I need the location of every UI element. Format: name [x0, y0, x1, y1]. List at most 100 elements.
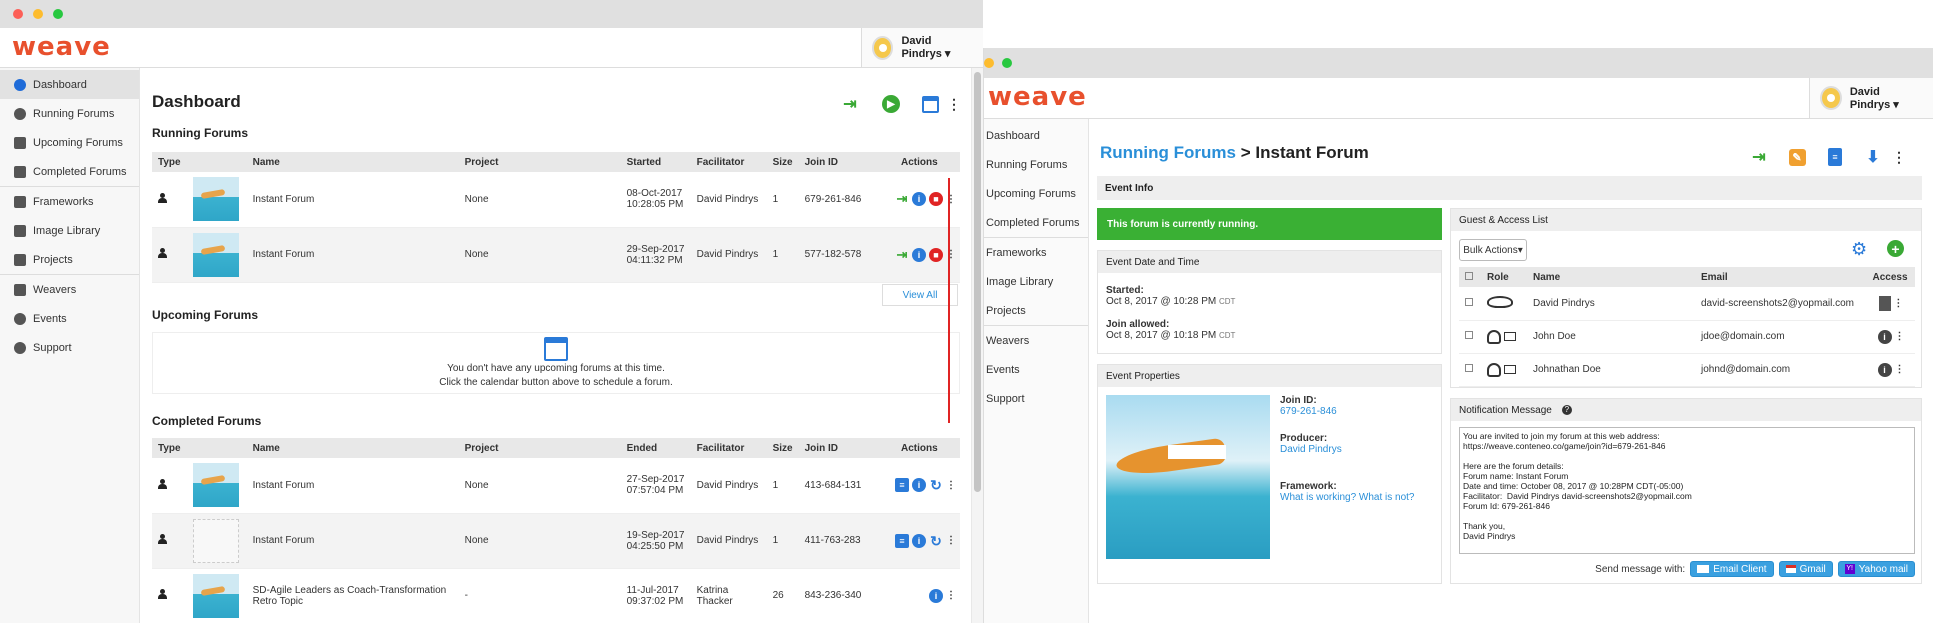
row-menu-icon[interactable]: ⋮: [946, 590, 956, 601]
report-icon[interactable]: ≡: [1825, 147, 1845, 167]
table-header: Type Name Project Started Facilitator Si…: [152, 152, 960, 172]
participant-role-icon: [1487, 362, 1501, 377]
zoom-dot[interactable]: [1002, 58, 1012, 68]
window-titlebar: [0, 0, 983, 28]
close-dot[interactable]: [13, 9, 23, 19]
sidebar-item-upcoming-forums[interactable]: Upcoming Forums: [0, 128, 139, 157]
info-icon[interactable]: i: [912, 478, 926, 493]
sidebar-item-frameworks[interactable]: Frameworks: [0, 187, 139, 216]
restart-icon[interactable]: ↻: [929, 478, 943, 492]
table-row[interactable]: Instant Forum None 29-Sep-2017 04:11:32 P…: [152, 227, 960, 283]
join-id-link[interactable]: 679-261-846: [1280, 406, 1415, 417]
more-menu-icon[interactable]: ⋮: [944, 94, 964, 114]
table-row[interactable]: John Doe jdoe@domain.com i ⋮: [1459, 320, 1915, 354]
sidebar-item-support[interactable]: Support: [0, 333, 139, 362]
info-icon[interactable]: i: [912, 533, 926, 548]
yahoo-icon: Y!: [1844, 564, 1855, 574]
row-menu-icon[interactable]: ⋮: [1895, 331, 1905, 342]
sidebar-item-image-library[interactable]: Image Library: [0, 216, 139, 245]
sidebar-item-dashboard[interactable]: Dashboard: [0, 70, 139, 99]
table-row[interactable]: Instant Forum None 08-Oct-2017 10:28:05 P…: [152, 172, 960, 228]
join-forum-icon[interactable]: ⇥: [1749, 147, 1769, 167]
user-menu[interactable]: David Pindrys ▾: [1809, 78, 1933, 118]
calendar-icon[interactable]: [544, 337, 568, 361]
minimize-dot[interactable]: [33, 9, 43, 19]
scrollbar-thumb[interactable]: [974, 72, 981, 492]
sidebar-item-upcoming-forums[interactable]: Upcoming Forums: [984, 179, 1088, 208]
table-row[interactable]: SD-Agile Leaders as Coach-Transformation…: [152, 568, 960, 623]
zoom-dot[interactable]: [53, 9, 63, 19]
info-icon[interactable]: i: [929, 588, 943, 603]
breadcrumb-running-forums[interactable]: Running Forums: [1100, 143, 1236, 162]
user-menu[interactable]: David Pindrys ▾: [861, 28, 983, 67]
table-row[interactable]: David Pindrys david-screenshots2@yopmail…: [1459, 287, 1915, 321]
person-icon: [158, 589, 167, 599]
info-icon[interactable]: i: [1877, 362, 1892, 377]
info-icon[interactable]: i: [912, 247, 926, 262]
bulk-actions-dropdown[interactable]: Bulk Actions▾: [1459, 239, 1527, 261]
mail-icon: [1697, 565, 1710, 573]
sidebar-item-completed-forums[interactable]: Completed Forums: [984, 208, 1088, 237]
producer-link[interactable]: David Pindrys: [1280, 444, 1415, 455]
sidebar-item-frameworks[interactable]: Frameworks: [984, 238, 1088, 267]
sidebar-item-events[interactable]: Events: [0, 304, 139, 333]
framework-link[interactable]: What is working? What is not?: [1280, 492, 1415, 503]
sidebar-item-weavers[interactable]: Weavers: [0, 275, 139, 304]
weave-logo[interactable]: weave: [988, 82, 1087, 112]
row-menu-icon[interactable]: ⋮: [946, 535, 956, 546]
minimize-dot[interactable]: [984, 58, 994, 68]
select-all-checkbox[interactable]: [1465, 271, 1473, 280]
schedule-calendar-icon[interactable]: [920, 94, 940, 114]
sidebar-item-running-forums[interactable]: Running Forums: [0, 99, 139, 128]
table-row[interactable]: Instant Forum None 27-Sep-2017 07:57:04 P…: [152, 458, 960, 514]
row-menu-icon[interactable]: ⋮: [946, 480, 956, 491]
edit-icon[interactable]: ✎: [1787, 147, 1807, 167]
sidebar-item-events[interactable]: Events: [984, 355, 1088, 384]
notification-message-field[interactable]: You are invited to join my forum at this…: [1459, 427, 1915, 554]
weave-logo[interactable]: weave: [12, 32, 111, 62]
table-row[interactable]: Instant Forum None 19-Sep-2017 04:25:50 P…: [152, 513, 960, 569]
sidebar-item-projects[interactable]: Projects: [0, 245, 139, 274]
running-forums-table: Type Name Project Started Facilitator Si…: [152, 152, 960, 283]
join-icon[interactable]: ⇥: [895, 247, 909, 262]
join-forum-icon[interactable]: ⇥: [840, 94, 860, 114]
sidebar-item-image-library[interactable]: Image Library: [984, 267, 1088, 296]
sidebar-item-support[interactable]: Support: [984, 384, 1088, 413]
completed-forums-title: Completed Forums: [152, 414, 262, 428]
yahoo-mail-button[interactable]: Y! Yahoo mail: [1837, 561, 1915, 577]
report-icon[interactable]: ≡: [895, 533, 909, 548]
stop-icon[interactable]: ■: [929, 192, 943, 207]
row-checkbox[interactable]: [1465, 297, 1473, 306]
person-icon: [158, 192, 167, 203]
document-icon[interactable]: [1878, 295, 1891, 311]
join-icon[interactable]: ⇥: [895, 192, 909, 206]
sidebar-item-dashboard[interactable]: Dashboard: [984, 121, 1088, 150]
row-menu-icon[interactable]: ⋮: [1895, 364, 1905, 375]
red-divider: [948, 178, 950, 423]
gmail-button[interactable]: Gmail: [1778, 561, 1833, 577]
sidebar-item-weavers[interactable]: Weavers: [984, 326, 1088, 355]
settings-gear-icon[interactable]: ⚙: [1851, 239, 1867, 260]
scrollbar-track[interactable]: [971, 68, 983, 623]
row-menu-icon[interactable]: ⋮: [1893, 298, 1903, 309]
row-checkbox[interactable]: [1465, 331, 1473, 339]
more-menu-icon[interactable]: ⋮: [1889, 147, 1909, 167]
help-icon[interactable]: ?: [1561, 405, 1572, 415]
add-guest-icon[interactable]: +: [1887, 240, 1904, 257]
sidebar-item-running-forums[interactable]: Running Forums: [984, 150, 1088, 179]
start-forum-icon[interactable]: ▶: [881, 94, 901, 114]
restart-icon[interactable]: ↻: [929, 534, 943, 548]
row-checkbox[interactable]: [1465, 364, 1473, 372]
table-row[interactable]: Johnathan Doe johnd@domain.com i ⋮: [1459, 353, 1915, 387]
download-icon[interactable]: ⬇: [1863, 147, 1883, 167]
email-client-button[interactable]: Email Client: [1690, 561, 1774, 577]
sidebar-item-projects[interactable]: Projects: [984, 296, 1088, 325]
running-forums-title: Running Forums: [152, 126, 248, 140]
info-icon[interactable]: i: [912, 192, 926, 207]
info-icon[interactable]: i: [1877, 329, 1892, 344]
running-banner: This forum is currently running.: [1097, 208, 1442, 240]
stop-icon[interactable]: ■: [929, 247, 943, 262]
report-icon[interactable]: ≡: [895, 478, 909, 493]
sidebar-item-completed-forums[interactable]: Completed Forums: [0, 157, 139, 186]
view-all-button[interactable]: View All: [882, 284, 958, 306]
